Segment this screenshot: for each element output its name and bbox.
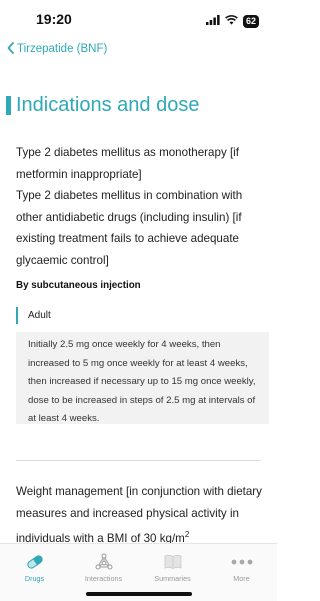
cellular-icon bbox=[205, 12, 220, 30]
pill-icon bbox=[25, 553, 45, 571]
population-label: Adult bbox=[16, 307, 51, 324]
battery-icon: 62 bbox=[242, 14, 259, 28]
indication-monotherapy: Type 2 diabetes mellitus as monotherapy … bbox=[16, 146, 239, 181]
indication-weight-text: Weight management [in conjunction with d… bbox=[16, 485, 262, 545]
section-heading: Indications and dose bbox=[6, 94, 199, 117]
tab-drugs-label: Drugs bbox=[24, 574, 45, 583]
tab-interactions[interactable]: Interactions bbox=[69, 553, 138, 583]
indication-list: Type 2 diabetes mellitus as monotherapy … bbox=[16, 142, 268, 271]
tab-summaries-label: Summaries bbox=[154, 574, 191, 583]
dose-box: Initially 2.5 mg once weekly for 4 weeks… bbox=[16, 332, 269, 424]
tab-more-label: More bbox=[233, 574, 250, 583]
tab-bar: Drugs Interactions Summaries More bbox=[0, 543, 277, 601]
back-button-label: Tirzepatide (BNF) bbox=[17, 43, 108, 55]
route-heading: By subcutaneous injection bbox=[16, 280, 141, 291]
indication-weight-management: Weight management [in conjunction with d… bbox=[16, 481, 271, 549]
tab-summaries[interactable]: Summaries bbox=[138, 553, 207, 583]
network-icon bbox=[95, 553, 113, 571]
tab-more[interactable]: More bbox=[207, 553, 276, 583]
indication-weight-superscript: 2 bbox=[184, 530, 190, 539]
status-bar: 19:20 62 bbox=[0, 0, 277, 36]
book-icon bbox=[164, 553, 182, 571]
more-dots-icon bbox=[231, 553, 253, 571]
home-indicator[interactable] bbox=[86, 592, 192, 596]
divider bbox=[16, 460, 261, 461]
chevron-left-icon bbox=[7, 41, 17, 57]
back-button[interactable]: Tirzepatide (BNF) bbox=[7, 41, 108, 57]
indication-combination: Type 2 diabetes mellitus in combination … bbox=[16, 189, 243, 267]
tab-drugs[interactable]: Drugs bbox=[0, 553, 69, 583]
status-icons: 62 bbox=[205, 12, 259, 30]
wifi-icon bbox=[225, 12, 238, 30]
nav-bar: Tirzepatide (BNF) bbox=[0, 38, 277, 60]
section-title: Indications and dose bbox=[16, 94, 200, 116]
status-time: 19:20 bbox=[36, 11, 72, 27]
tab-interactions-label: Interactions bbox=[84, 574, 123, 583]
section-accent-bar bbox=[6, 96, 11, 115]
